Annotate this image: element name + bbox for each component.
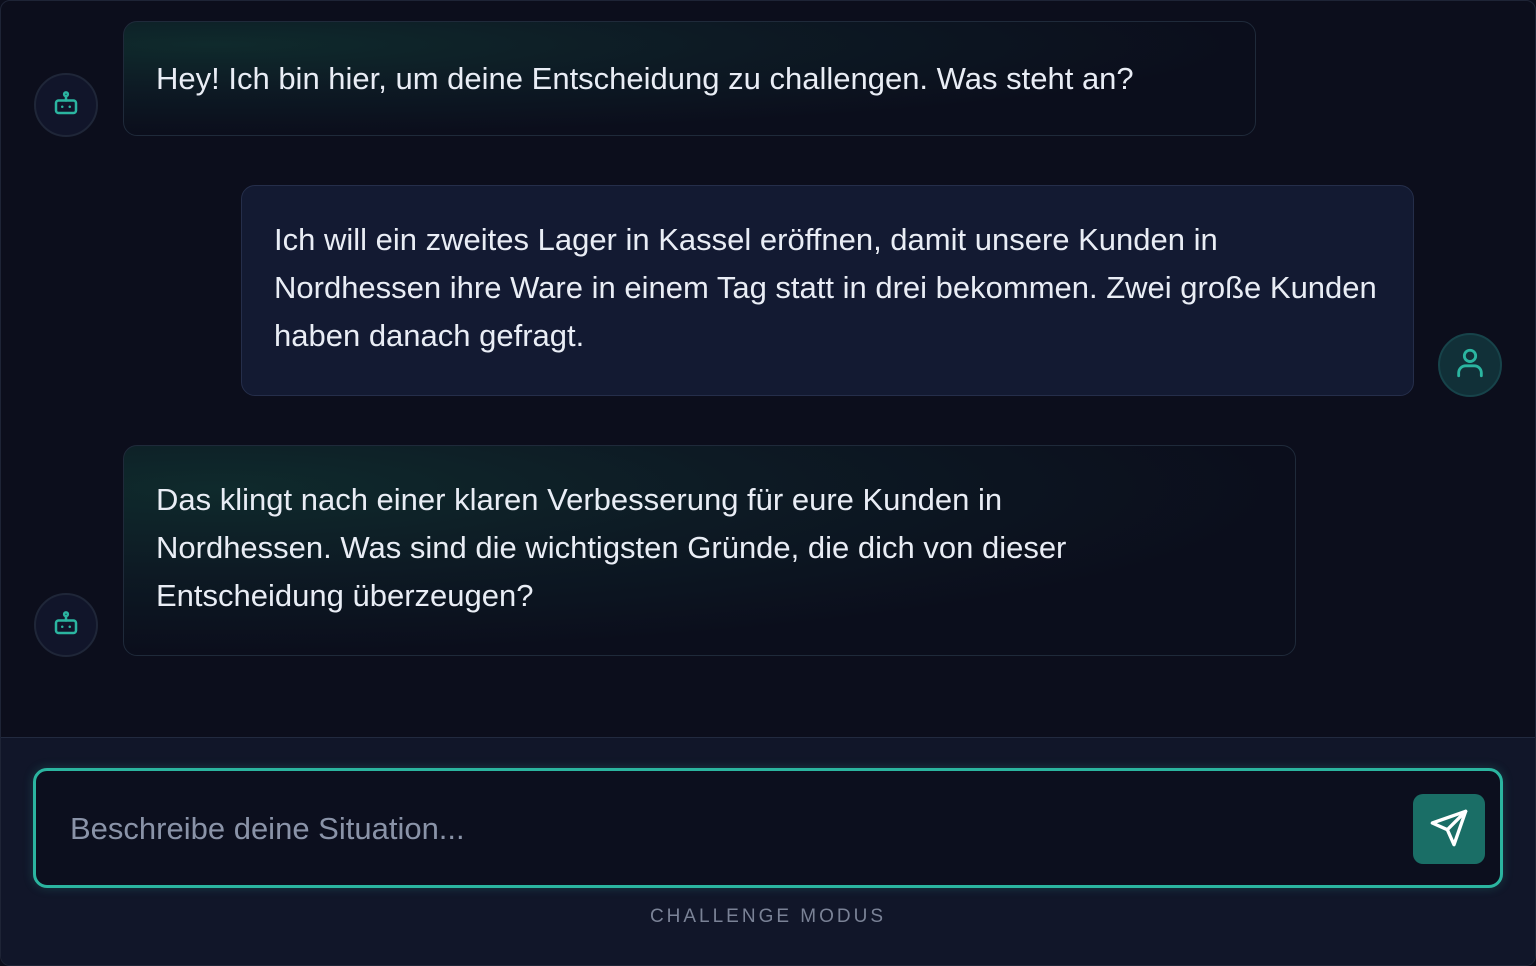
robot-icon bbox=[51, 608, 81, 643]
robot-icon bbox=[51, 88, 81, 123]
message-list: Hey! Ich bin hier, um deine Entscheidung… bbox=[1, 1, 1535, 737]
mode-label: CHALLENGE MODUS bbox=[649, 906, 887, 927]
send-button[interactable] bbox=[1413, 794, 1485, 864]
message-bubble-bot: Hey! Ich bin hier, um deine Entscheidung… bbox=[123, 21, 1256, 136]
chat-app: Hey! Ich bin hier, um deine Entscheidung… bbox=[0, 0, 1536, 966]
message-input-container bbox=[33, 768, 1503, 888]
bot-avatar bbox=[34, 73, 98, 137]
message-bubble-user: Ich will ein zweites Lager in Kassel erö… bbox=[241, 185, 1414, 396]
user-avatar bbox=[1438, 333, 1502, 397]
message-input[interactable] bbox=[68, 795, 1392, 863]
message-text: Das klingt nach einer klaren Verbesserun… bbox=[156, 482, 1067, 613]
bot-avatar bbox=[34, 593, 98, 657]
message-bubble-bot: Das klingt nach einer klaren Verbesserun… bbox=[123, 445, 1296, 656]
message-text: Hey! Ich bin hier, um deine Entscheidung… bbox=[156, 61, 1134, 96]
message-text: Ich will ein zweites Lager in Kassel erö… bbox=[274, 222, 1377, 353]
send-icon bbox=[1429, 808, 1469, 851]
user-icon bbox=[1453, 346, 1487, 385]
composer-bar: CHALLENGE MODUS bbox=[1, 737, 1535, 965]
